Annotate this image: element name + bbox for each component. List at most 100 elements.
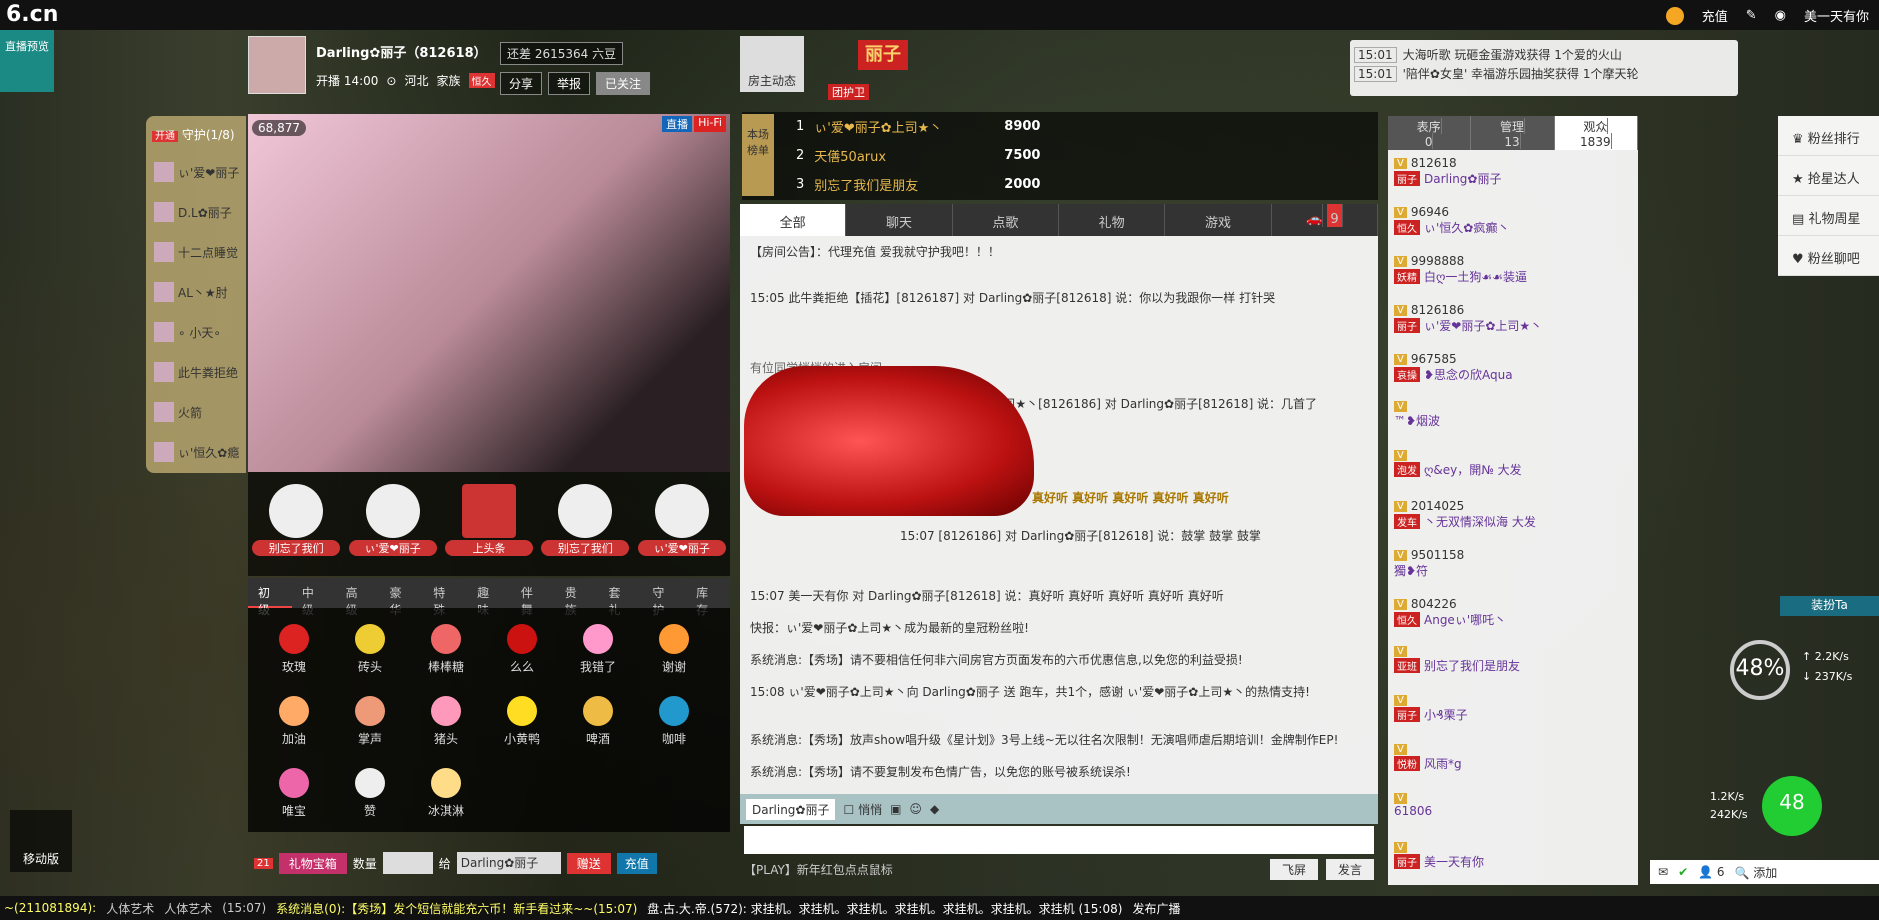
username[interactable]: 美一天有你 xyxy=(1804,6,1869,25)
list-item[interactable]: V ™❥烟波 xyxy=(1388,395,1638,444)
target-select[interactable]: Darling✿丽子 xyxy=(456,852,561,874)
share-button[interactable]: 分享 xyxy=(500,72,543,95)
gift-item[interactable]: 砖头 xyxy=(332,616,408,688)
tab-all[interactable]: 全部 xyxy=(740,204,847,236)
user-count[interactable]: 👤 6 xyxy=(1698,865,1724,879)
gift-tab[interactable]: 初级 xyxy=(248,578,292,617)
broadcast-button[interactable]: 发布广播 xyxy=(1132,900,1180,917)
play-banner[interactable]: 【PLAY】新年红包点点鼠标 xyxy=(744,861,893,878)
guard-item[interactable]: 火箭 xyxy=(146,392,246,432)
gift-item[interactable]: 掌声 xyxy=(332,688,408,760)
live-preview-button[interactable]: 直播预览 xyxy=(0,30,54,92)
list-item[interactable]: V 61806 xyxy=(1388,787,1638,836)
gift-item[interactable]: 冰淇淋 xyxy=(408,760,484,832)
video-player[interactable]: 68,877 直播 Hi-Fi xyxy=(248,114,730,472)
host-badge[interactable]: 丽子 xyxy=(858,40,908,70)
add-button[interactable]: 🔍 添加 xyxy=(1735,864,1778,881)
gift-tab[interactable]: 贵族 xyxy=(555,578,599,617)
gift-item[interactable]: 玫瑰 xyxy=(256,616,332,688)
guard-team-badge[interactable]: 团护卫 xyxy=(828,84,869,100)
mobile-button[interactable]: 移动版 xyxy=(10,810,72,872)
edit-icon[interactable]: ✎ xyxy=(1746,8,1757,23)
fan-rank-link[interactable]: ♛ 粉丝排行 xyxy=(1778,116,1879,156)
hifi-tag[interactable]: Hi-Fi xyxy=(694,116,726,132)
ad-slot[interactable]: 别忘了我们 xyxy=(541,484,630,564)
tab-game[interactable]: 游戏 xyxy=(1165,204,1272,236)
list-item[interactable]: V 804226 恒久 Angeぃ'哪吒㇔ xyxy=(1388,591,1638,640)
home-dynamic-button[interactable]: 房主动态 xyxy=(740,36,804,92)
gift-item[interactable]: 谢谢 xyxy=(636,616,712,688)
followed-button[interactable]: 已关注 xyxy=(596,72,651,95)
list-item[interactable]: V 9998888 妖精 白ღ一土狗☙☙装逼 xyxy=(1388,248,1638,297)
ad-slot[interactable]: 别忘了我们 xyxy=(252,484,341,564)
tab-gift[interactable]: 礼物 xyxy=(1059,204,1166,236)
list-item[interactable]: V 亚班 别忘了我们是朋友 xyxy=(1388,640,1638,689)
report-button[interactable]: 举报 xyxy=(548,72,591,95)
recharge-link[interactable]: 充值 xyxy=(1702,6,1728,25)
shield-icon[interactable]: ◉ xyxy=(1775,8,1786,23)
fly-screen-button[interactable]: 飞屏 xyxy=(1269,858,1318,880)
emoji-icon[interactable]: ☺ xyxy=(909,802,922,816)
gift-tab[interactable]: 豪华 xyxy=(379,578,423,617)
host-avatar[interactable] xyxy=(248,36,306,94)
chat-textarea[interactable] xyxy=(744,826,1374,854)
gift-item[interactable]: 我错了 xyxy=(560,616,636,688)
guard-item[interactable]: ぃ'爱❤丽子 xyxy=(146,152,246,192)
vip-icon[interactable]: ◆ xyxy=(930,802,939,816)
gift-tab[interactable]: 高级 xyxy=(336,578,380,617)
list-item[interactable]: V 悦粉 风雨*g xyxy=(1388,738,1638,787)
rank-row[interactable]: 3 别忘了我们是朋友 2000 xyxy=(742,170,1378,199)
list-item[interactable]: V 2014025 发车 丶无双情深似海 大发 xyxy=(1388,493,1638,542)
tab-admin[interactable]: 管理 13 xyxy=(1471,116,1555,150)
gift-item[interactable]: 棒棒糖 xyxy=(408,616,484,688)
gift-item[interactable]: 唯宝 xyxy=(256,760,332,832)
ad-slot[interactable]: ぃ'爱❤丽子 xyxy=(637,484,726,564)
tab-list[interactable]: 表序 0 xyxy=(1388,116,1472,150)
chat-area[interactable]: 【房间公告】：代理充值 爱我就守护我吧！！！ 15:05 此牛粪拒绝【插花】[8… xyxy=(740,236,1378,794)
list-item[interactable]: V 丽子 小₰栗子 xyxy=(1388,689,1638,738)
gift-item[interactable]: 咖啡 xyxy=(636,688,712,760)
dress-button[interactable]: 装扮Ta xyxy=(1780,596,1879,616)
gift-tab[interactable]: 库存 xyxy=(686,578,730,617)
mail-icon[interactable]: ✉ xyxy=(1658,865,1668,879)
image-icon[interactable]: ▣ xyxy=(890,802,901,816)
gift-item[interactable]: 么么 xyxy=(484,616,560,688)
guard-item[interactable]: AL丶★肘 xyxy=(146,272,246,312)
tab-song[interactable]: 点歌 xyxy=(953,204,1059,236)
guard-item[interactable]: 十二点睡觉 xyxy=(146,232,246,272)
list-item[interactable]: V 96946 恒久 ぃ'恒久✿疯癫㇔ xyxy=(1388,199,1638,248)
headline-button[interactable]: 上头条 xyxy=(444,484,533,564)
send-message-button[interactable]: 发言 xyxy=(1325,858,1374,880)
gift-tab[interactable]: 守护 xyxy=(642,578,686,617)
gift-item[interactable]: 加油 xyxy=(256,688,332,760)
gift-tab[interactable]: 伴舞 xyxy=(511,578,555,617)
tab-chat[interactable]: 聊天 xyxy=(846,204,953,236)
list-item[interactable]: V 812618 丽子 Darling✿丽子 xyxy=(1388,150,1638,199)
gift-tab[interactable]: 趣味 xyxy=(467,578,511,617)
list-item[interactable]: V 9501158 獨❥符 xyxy=(1388,542,1638,591)
family-badge[interactable]: 恒久 xyxy=(468,73,495,88)
site-logo[interactable]: 6.cn xyxy=(6,2,58,27)
gift-item[interactable]: 啤酒 xyxy=(560,688,636,760)
give-button[interactable]: 赠送 xyxy=(566,852,611,874)
guard-item[interactable]: 此牛粪拒绝 xyxy=(146,352,246,392)
tab-car[interactable]: 🚗 9 xyxy=(1272,204,1378,236)
gift-tab[interactable]: 中级 xyxy=(292,578,336,617)
rank-row[interactable]: 1 ぃ'爱❤丽子✿上司★丶 8900 xyxy=(742,112,1378,141)
list-item[interactable]: V 967585 哀操 ❥思念の欣Aqua xyxy=(1388,346,1638,395)
guard-item[interactable]: ぃ'恒久✿瘾 xyxy=(146,432,246,472)
gift-item[interactable]: 猪头 xyxy=(408,688,484,760)
chat-target[interactable]: Darling✿丽子 xyxy=(746,798,836,820)
guard-item[interactable]: ∘ 小天∘ xyxy=(146,312,246,352)
ad-slot[interactable]: ぃ'爱❤丽子 xyxy=(348,484,437,564)
gift-tab[interactable]: 套礼 xyxy=(599,578,643,617)
rank-row[interactable]: 2 天僐50arux 7500 xyxy=(742,141,1378,170)
gift-week-link[interactable]: ▤ 礼物周星 xyxy=(1778,196,1879,236)
gift-item[interactable]: 赞 xyxy=(332,760,408,832)
speed-gauge-2[interactable]: 48 xyxy=(1762,776,1822,836)
open-guard-button[interactable]: 开通 xyxy=(152,131,178,142)
qty-input[interactable] xyxy=(382,852,433,874)
star-link[interactable]: ★ 抢星达人 xyxy=(1778,156,1879,196)
list-item[interactable]: V 8126186 丽子 ぃ'爱❤丽子✿上司★丶 xyxy=(1388,297,1638,346)
gift-tab[interactable]: 特殊 xyxy=(423,578,467,617)
